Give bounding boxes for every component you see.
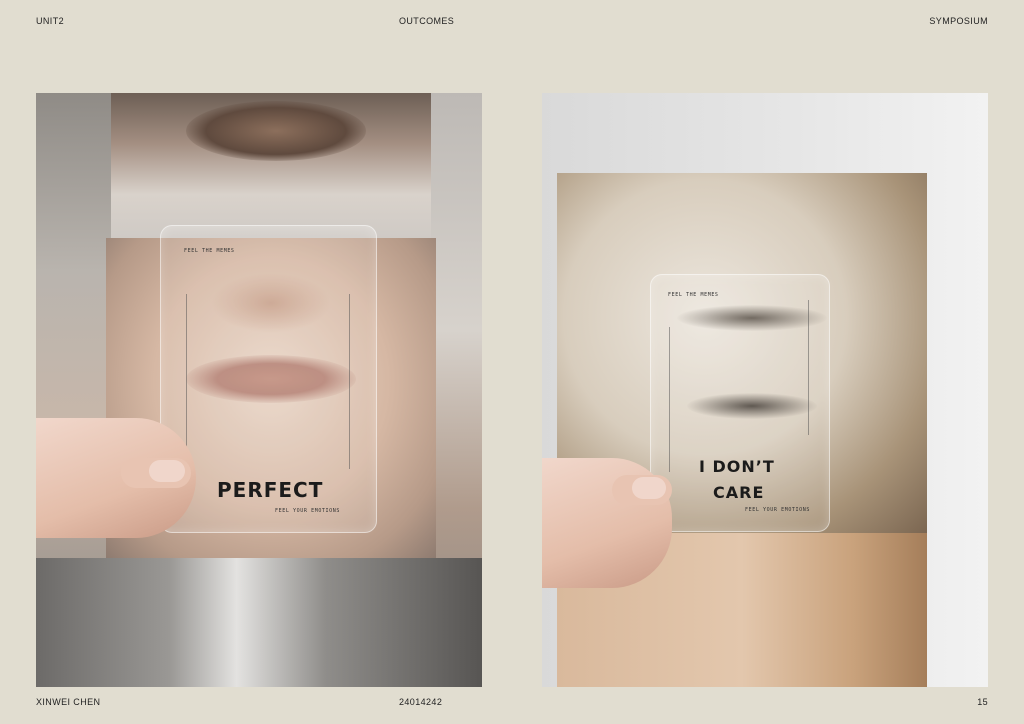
photo-i-dont-care-card: FEEL THE MEMES I DON’T CARE FEEL YOUR EM… — [542, 93, 988, 687]
thumbnail — [149, 460, 185, 482]
card-right-rule — [349, 294, 350, 469]
card-word: PERFECT — [217, 478, 324, 502]
card-bottom-text: FEEL YOUR EMOTIONS — [745, 507, 810, 513]
card-word-line-2: CARE — [713, 483, 765, 502]
card-top-text: FEEL THE MEMES — [184, 248, 235, 254]
collage-top-mouth-shadow — [186, 101, 366, 161]
meme-card[interactable]: FEEL THE MEMES I DON’T CARE FEEL YOUR EM… — [650, 274, 830, 532]
footer-author: XINWEI CHEN — [36, 697, 101, 707]
photo-perfect-card: FEEL THE MEMES PERFECT FEEL YOUR EMOTION… — [36, 93, 482, 687]
card-bottom-text: FEEL YOUR EMOTIONS — [275, 508, 340, 514]
header-unit: UNIT2 — [36, 16, 65, 26]
collage-bottom-strip — [36, 558, 482, 687]
thumbnail — [632, 477, 666, 499]
card-left-rule — [186, 294, 187, 459]
card-left-rule — [669, 327, 670, 472]
header-section: OUTCOMES — [399, 16, 455, 26]
card-right-rule — [808, 300, 809, 435]
footer-page-number: 15 — [977, 697, 988, 707]
header-module: SYMPOSIUM — [929, 16, 988, 26]
card-top-text: FEEL THE MEMES — [668, 292, 719, 298]
card-word-line-1: I DON’T — [699, 457, 775, 476]
footer-student-id: 24014242 — [399, 697, 443, 707]
